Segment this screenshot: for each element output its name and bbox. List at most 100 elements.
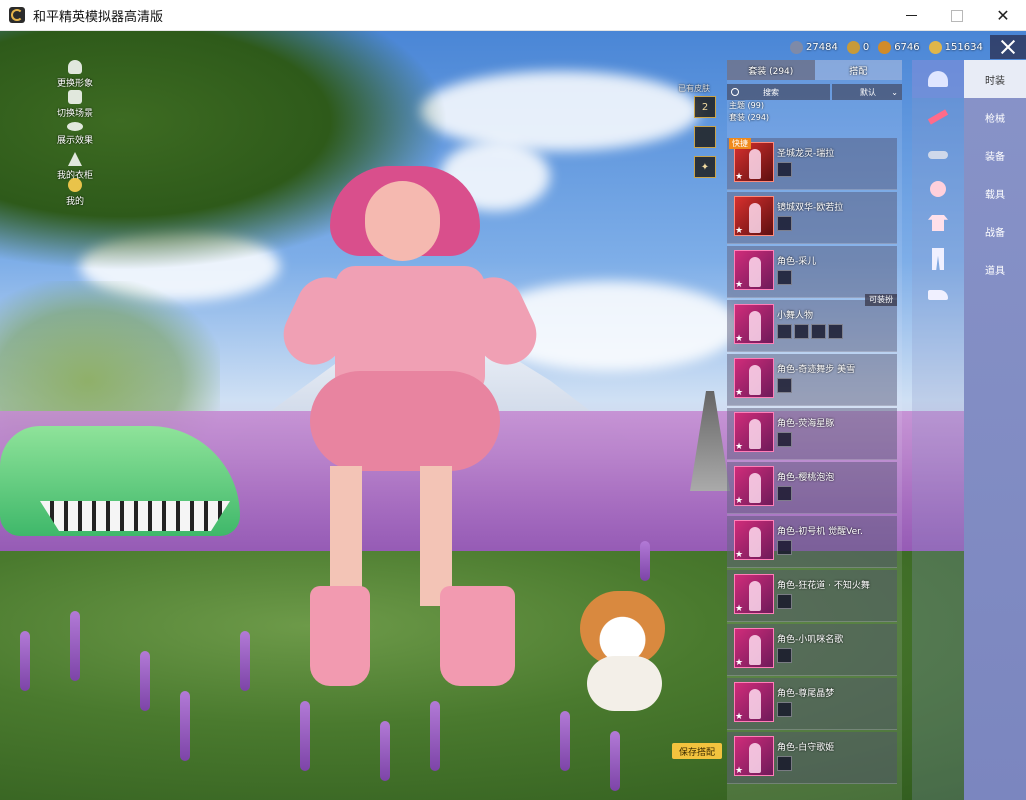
lavender <box>70 611 80 681</box>
list-item[interactable]: ★ 角色-奇迹舞步 美雪 <box>727 354 897 406</box>
app-icon <box>9 7 25 23</box>
star-icon: ★ <box>735 334 744 344</box>
coin-icon <box>846 40 860 54</box>
lavender <box>20 631 30 691</box>
hanger-icon <box>68 152 82 166</box>
part-icon[interactable] <box>777 648 792 663</box>
minimize-button[interactable] <box>888 0 934 31</box>
float-emblem-icon[interactable] <box>694 126 716 148</box>
part-icon[interactable] <box>777 378 792 393</box>
hud-label: 切换场景 <box>56 109 93 119</box>
sort-select[interactable]: 默认 ⌄ <box>832 84 902 100</box>
item-name: 镜城双华-欧若拉 <box>777 203 844 213</box>
close-panel-button[interactable] <box>990 35 1026 59</box>
list-item[interactable]: ★ 角色-荧海星豚 <box>727 408 897 460</box>
category-column: 时装 枪械 装备 载具 战备 道具 <box>964 60 1026 800</box>
hud-profile[interactable]: 我的 <box>50 178 100 207</box>
section-theme[interactable]: 主题 (99) <box>727 100 902 112</box>
slot-weapon-skin[interactable] <box>912 98 964 136</box>
slot-shoes[interactable] <box>912 276 964 314</box>
eye-icon <box>67 122 83 131</box>
coin-icon <box>790 40 803 54</box>
category-battle-prep[interactable]: 战备 <box>964 212 1026 250</box>
part-icon[interactable] <box>828 324 843 339</box>
currency-value: 0 <box>862 41 870 53</box>
shiba-pet[interactable] <box>575 591 670 711</box>
list-item[interactable]: ★ 角色-樱桃泡泡 <box>727 462 897 514</box>
tab-combos[interactable]: 搭配 <box>814 60 902 80</box>
part-icon[interactable] <box>777 270 792 285</box>
search-input[interactable]: 搜索 <box>727 84 830 100</box>
list-item[interactable]: 可装扮 ★ 小舞人物 <box>727 294 897 352</box>
list-item[interactable]: ★ 角色-尊尾晶梦 <box>727 678 897 730</box>
hud-wardrobe[interactable]: 我的衣柜 <box>50 152 100 181</box>
item-name: 圣城龙灵-瑞拉 <box>777 149 835 159</box>
category-guns[interactable]: 枪械 <box>964 98 1026 136</box>
star-icon: ★ <box>735 280 744 290</box>
list-item[interactable]: ★ 角色-狂花道 · 不知火舞 <box>727 570 897 622</box>
hud-label: 更换形象 <box>56 79 93 89</box>
currency-item: 27484 <box>790 40 838 54</box>
category-vehicles[interactable]: 载具 <box>964 174 1026 212</box>
part-icon[interactable] <box>777 162 792 177</box>
slot-goggles[interactable] <box>912 136 964 174</box>
lavender <box>140 651 150 711</box>
part-icon[interactable] <box>777 540 792 555</box>
part-icon[interactable] <box>777 216 792 231</box>
part-icon[interactable] <box>811 324 826 339</box>
save-outfit-button[interactable]: 保存搭配 <box>672 743 722 759</box>
star-icon: ★ <box>735 388 744 398</box>
slot-top[interactable] <box>912 204 964 242</box>
slot-headwear[interactable] <box>912 60 964 98</box>
slot-pants[interactable] <box>912 240 964 278</box>
lavender <box>610 731 620 791</box>
currency-bar: 27484 0 6746 151634 <box>790 39 988 55</box>
float-slot-icon[interactable]: 2 <box>694 96 716 118</box>
hud-label: 我的 <box>65 197 84 207</box>
float-action-icon[interactable]: ✦ <box>694 156 716 178</box>
category-fashion[interactable]: 时装 <box>964 60 1026 98</box>
cap-icon <box>928 71 948 87</box>
list-item[interactable]: 快捷 ★ 圣城龙灵-瑞拉 <box>727 138 897 190</box>
list-item[interactable]: ★ 镜城双华-欧若拉 <box>727 192 897 244</box>
star-icon: ★ <box>735 442 744 452</box>
window-title: 和平精英模拟器高清版 <box>33 9 164 25</box>
category-items[interactable]: 道具 <box>964 250 1026 288</box>
hud-show-effect[interactable]: 展示效果 <box>50 122 100 146</box>
part-icon[interactable] <box>777 486 792 501</box>
list-item[interactable]: ★ 角色-白守歌姬 <box>727 732 897 784</box>
lavender <box>640 541 650 581</box>
character-shorts <box>310 371 500 471</box>
maximize-button[interactable] <box>934 0 980 31</box>
item-name: 角色-荧海星豚 <box>777 419 835 429</box>
section-suit[interactable]: 套装 (294) <box>727 112 902 124</box>
part-icon[interactable] <box>794 324 809 339</box>
currency-item: 151634 <box>928 40 983 54</box>
slot-mask[interactable] <box>912 170 964 208</box>
currency-value: 27484 <box>806 41 838 53</box>
coin-icon <box>928 40 942 54</box>
list-item[interactable]: ★ 角色-初号机 觉醒Ver. <box>727 516 897 568</box>
list-item[interactable]: ★ 角色-采儿 <box>727 246 897 298</box>
list-item[interactable]: ★ 角色-小叽咪名歌 <box>727 624 897 676</box>
hud-switch-scene[interactable]: 切换场景 <box>50 90 100 119</box>
star-icon: ★ <box>735 712 744 722</box>
hud-change-look[interactable]: 更换形象 <box>50 60 100 89</box>
part-icon[interactable] <box>777 324 792 339</box>
item-name: 角色-小叽咪名歌 <box>777 635 844 645</box>
pants-icon <box>932 248 944 270</box>
category-gear[interactable]: 装备 <box>964 136 1026 174</box>
slot-icon-column <box>912 60 964 800</box>
goggles-icon <box>928 151 948 159</box>
part-icon[interactable] <box>777 756 792 771</box>
part-icon[interactable] <box>777 594 792 609</box>
player-character[interactable] <box>273 126 547 726</box>
part-icon[interactable] <box>777 432 792 447</box>
part-icon[interactable] <box>777 702 792 717</box>
currency-value: 6746 <box>894 41 920 53</box>
search-label: 搜索 <box>763 87 779 97</box>
owned-skins-tag[interactable]: 已有皮肤 <box>678 83 710 94</box>
item-name: 角色-白守歌姬 <box>777 743 835 753</box>
close-window-button[interactable]: ✕ <box>980 0 1026 31</box>
tab-suits[interactable]: 套装 (294) <box>727 60 815 80</box>
